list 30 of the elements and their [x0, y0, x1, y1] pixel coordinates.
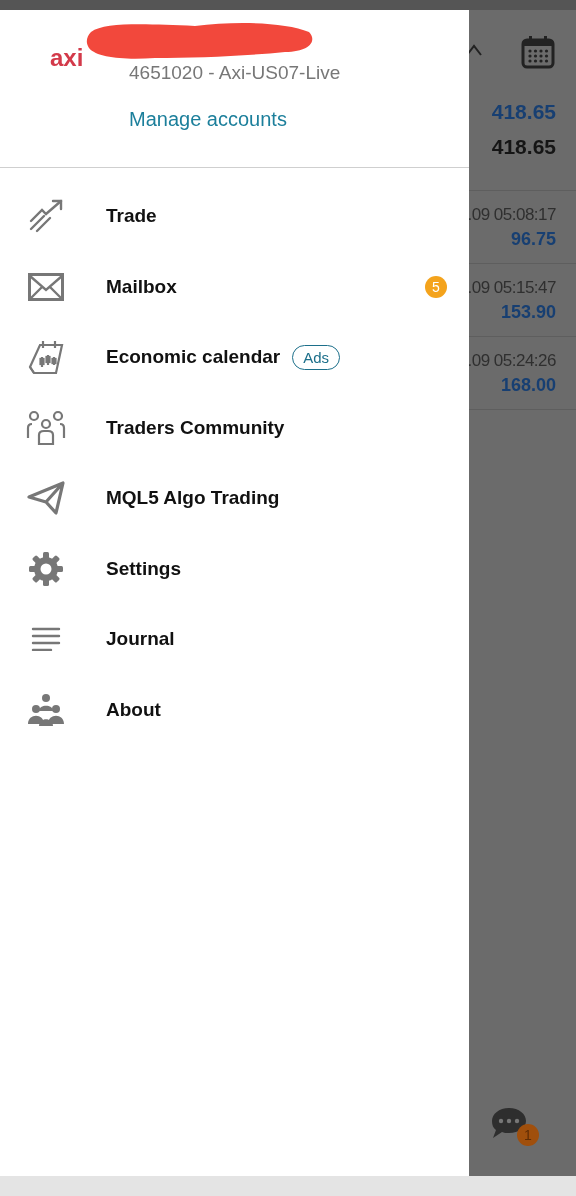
- logo: axi: [50, 44, 84, 72]
- lines-icon: [31, 627, 61, 652]
- deal-time: .09 05:15:47: [467, 277, 556, 298]
- calendar-icon[interactable]: [520, 34, 556, 70]
- settings-icon: [28, 550, 64, 587]
- people-icon: [24, 409, 68, 446]
- menu-item[interactable]: Trade: [0, 181, 469, 252]
- chevron-icon[interactable]: [466, 44, 482, 56]
- deal-time: .09 05:08:17: [467, 204, 556, 225]
- unread-badge: 5: [425, 275, 447, 298]
- menu-item[interactable]: Mailbox 5: [0, 251, 469, 322]
- trend-arrow-icon: [28, 199, 64, 234]
- deal-profit: 153.90: [500, 301, 556, 323]
- paper-plane-icon: [26, 480, 66, 517]
- notification-badge: 1: [517, 1124, 539, 1146]
- menu-item[interactable]: About: [0, 674, 469, 745]
- menu-item[interactable]: Journal: [0, 604, 469, 675]
- deal-profit: 168.00: [500, 374, 556, 396]
- envelope-icon: [28, 272, 64, 301]
- menu-item[interactable]: Economic calendar Ads: [0, 322, 469, 393]
- deal-time: .09 05:24:26: [467, 350, 556, 371]
- menu-item[interactable]: Settings: [0, 533, 469, 604]
- manage-accounts-link[interactable]: Manage accounts: [129, 108, 287, 131]
- menu-item[interactable]: Traders Community: [0, 392, 469, 463]
- deal-profit: 96.75: [510, 228, 556, 250]
- account-info: 4651020 - Axi-US07-Live: [129, 62, 342, 84]
- menu-item[interactable]: MQL5 Algo Trading: [0, 463, 469, 534]
- balance-value: 418.65: [491, 135, 556, 159]
- balance-value: 418.65: [491, 100, 556, 124]
- figures-icon: [27, 692, 65, 727]
